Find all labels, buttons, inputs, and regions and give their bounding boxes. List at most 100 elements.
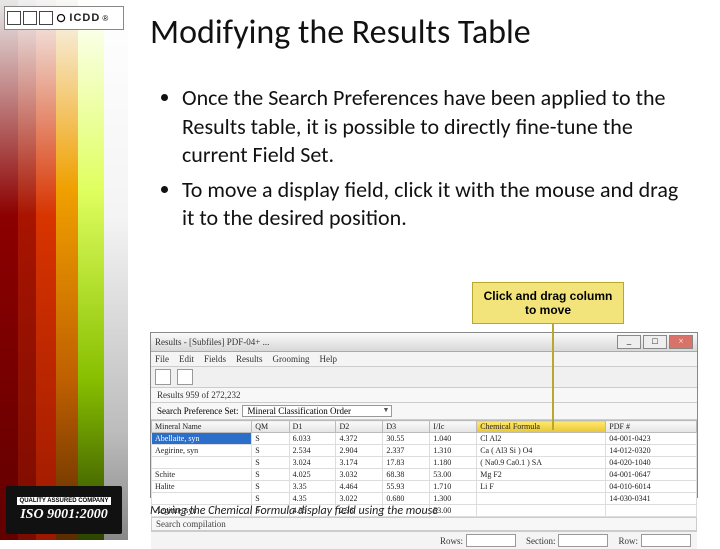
left-spine <box>0 0 128 540</box>
table-cell[interactable]: 30.55 <box>383 433 430 445</box>
table-row[interactable]: S3.0243.17417.831.180( Na0.9 Ca0.1 ) SA0… <box>152 457 697 469</box>
menu-help[interactable]: Help <box>320 354 338 364</box>
table-cell[interactable]: 0.680 <box>383 493 430 505</box>
table-cell[interactable]: 1.310 <box>430 445 477 457</box>
minimize-button[interactable]: _ <box>617 335 641 349</box>
table-cell[interactable]: Li F <box>477 481 606 493</box>
table-cell[interactable]: 3.35 <box>289 481 336 493</box>
menu-fields[interactable]: Fields <box>204 354 226 364</box>
table-cell[interactable]: Halite <box>152 481 252 493</box>
menu-grooming[interactable]: Grooming <box>273 354 310 364</box>
table-cell[interactable]: 53.00 <box>430 469 477 481</box>
table-cell[interactable]: Ca ( Al3 Si ) O4 <box>477 445 606 457</box>
table-cell[interactable]: 04-001-0647 <box>606 469 697 481</box>
table-cell[interactable]: 4.025 <box>289 469 336 481</box>
table-cell[interactable]: 1.180 <box>430 457 477 469</box>
col-iic[interactable]: I/Ic <box>430 421 477 433</box>
iso-badge: QUALITY ASSURED COMPANY ISO 9001:2000 <box>6 486 122 534</box>
rows-input[interactable] <box>466 534 516 547</box>
pref-select[interactable]: Mineral Classification Order <box>242 405 392 417</box>
col-qm[interactable]: QM <box>252 421 289 433</box>
table-cell[interactable]: 4.464 <box>336 481 383 493</box>
table-cell[interactable]: Cl Al2 <box>477 433 606 445</box>
table-cell[interactable]: S <box>252 445 289 457</box>
table-cell[interactable]: 1.710 <box>430 481 477 493</box>
preference-row: Search Preference Set: Mineral Classific… <box>151 403 697 420</box>
table-cell[interactable]: 1.040 <box>430 433 477 445</box>
search-compilation: Search compilation <box>151 517 697 531</box>
status-bar: Rows: Section: Row: <box>151 531 697 549</box>
table-row[interactable]: Aegirine, synS2.5342.9042.3371.310Ca ( A… <box>152 445 697 457</box>
table-cell[interactable]: 04-010-6014 <box>606 481 697 493</box>
table-cell[interactable]: Schite <box>152 469 252 481</box>
figure-caption: Moving the Chemical Formula display fiel… <box>150 504 438 518</box>
table-cell[interactable] <box>477 505 606 517</box>
menu-edit[interactable]: Edit <box>179 354 194 364</box>
table-row[interactable]: SchiteS4.0253.03268.3853.00Mg F204-001-0… <box>152 469 697 481</box>
section-input[interactable] <box>558 534 608 547</box>
maximize-button[interactable]: □ <box>643 335 667 349</box>
menu-results[interactable]: Results <box>236 354 263 364</box>
menu-bar[interactable]: File Edit Fields Results Grooming Help <box>151 352 697 367</box>
table-cell[interactable]: 3.032 <box>336 469 383 481</box>
table-cell[interactable] <box>477 493 606 505</box>
result-count: Results 959 of 272,232 <box>151 388 697 403</box>
table-cell[interactable]: 17.83 <box>383 457 430 469</box>
table-cell[interactable]: S <box>252 433 289 445</box>
pref-label: Search Preference Set: <box>157 406 238 416</box>
table-cell[interactable]: S <box>252 457 289 469</box>
col-d1[interactable]: D1 <box>289 421 336 433</box>
table-cell[interactable]: 4.372 <box>336 433 383 445</box>
col-d3[interactable]: D3 <box>383 421 430 433</box>
table-cell[interactable]: Mg F2 <box>477 469 606 481</box>
callout-pointer <box>552 322 554 430</box>
bullet-item: Once the Search Preferences have been ap… <box>182 84 680 170</box>
table-cell[interactable]: 2.534 <box>289 445 336 457</box>
table-cell[interactable]: S <box>252 481 289 493</box>
print-icon[interactable] <box>177 369 193 385</box>
table-row[interactable]: Abellaite, synS6.0334.37230.551.040Cl Al… <box>152 433 697 445</box>
col-chemformula[interactable]: Chemical Formula <box>477 421 606 433</box>
table-cell[interactable]: 14-012-0320 <box>606 445 697 457</box>
table-cell[interactable]: S <box>252 493 289 505</box>
row-input[interactable] <box>641 534 691 547</box>
table-cell[interactable]: Abellaite, syn <box>152 433 252 445</box>
table-cell[interactable] <box>152 493 252 505</box>
col-mineral[interactable]: Mineral Name <box>152 421 252 433</box>
menu-file[interactable]: File <box>155 354 169 364</box>
window-title: Results - [Subfiles] PDF-04+ ... <box>155 337 615 347</box>
icdd-logo: ○ ICDD ® <box>4 6 124 30</box>
table-row[interactable]: S4.353.0220.6801.300 14-030-0341 <box>152 493 697 505</box>
table-cell[interactable]: 55.93 <box>383 481 430 493</box>
results-table[interactable]: Mineral Name QM D1 D2 D3 I/Ic Chemical F… <box>151 420 697 517</box>
table-cell[interactable]: 14-030-0341 <box>606 493 697 505</box>
close-button[interactable]: × <box>669 335 693 349</box>
table-cell[interactable]: S <box>252 469 289 481</box>
col-d2[interactable]: D2 <box>336 421 383 433</box>
callout-box: Click and drag column to move <box>472 282 624 324</box>
table-cell[interactable]: 2.337 <box>383 445 430 457</box>
bullet-item: To move a display field, click it with t… <box>182 176 680 233</box>
table-cell[interactable]: 3.174 <box>336 457 383 469</box>
table-cell[interactable] <box>152 457 252 469</box>
table-cell[interactable]: 3.024 <box>289 457 336 469</box>
table-cell[interactable]: 2.904 <box>336 445 383 457</box>
table-cell[interactable]: 3.022 <box>336 493 383 505</box>
save-icon[interactable] <box>155 369 171 385</box>
results-window: Results - [Subfiles] PDF-04+ ... _ □ × F… <box>150 332 698 498</box>
table-cell[interactable]: 04-020-1040 <box>606 457 697 469</box>
table-cell[interactable]: 1.300 <box>430 493 477 505</box>
col-pdf[interactable]: PDF # <box>606 421 697 433</box>
table-cell[interactable]: Aegirine, syn <box>152 445 252 457</box>
table-cell[interactable]: ( Na0.9 Ca0.1 ) SA <box>477 457 606 469</box>
title-bar[interactable]: Results - [Subfiles] PDF-04+ ... _ □ × <box>151 333 697 352</box>
table-row[interactable]: HaliteS3.354.46455.931.710Li F04-010-601… <box>152 481 697 493</box>
table-cell[interactable]: 6.033 <box>289 433 336 445</box>
table-cell[interactable]: 4.35 <box>289 493 336 505</box>
table-cell[interactable]: 68.38 <box>383 469 430 481</box>
table-header-row: Mineral Name QM D1 D2 D3 I/Ic Chemical F… <box>152 421 697 433</box>
toolbar <box>151 367 697 388</box>
table-cell[interactable] <box>606 505 697 517</box>
table-cell[interactable]: 04-001-0423 <box>606 433 697 445</box>
bullet-list: Once the Search Preferences have been ap… <box>160 84 680 239</box>
